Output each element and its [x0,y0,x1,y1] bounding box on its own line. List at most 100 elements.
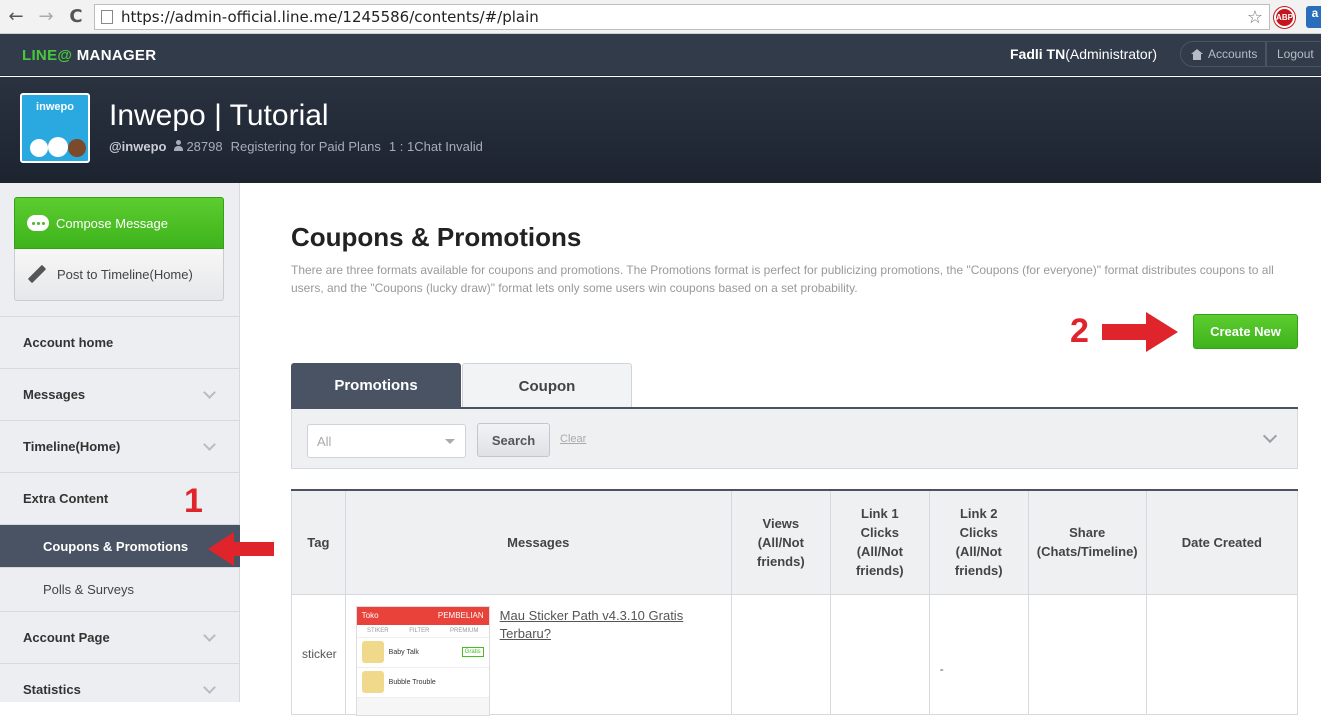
address-bar[interactable]: https://admin-official.line.me/1245586/c… [94,4,1270,30]
sidebar-item-statistics[interactable]: Statistics [0,663,240,715]
message-thumbnail[interactable]: Toko PEMBELIAN STIKER FILTER PREMIUM Bab… [355,605,490,716]
user-role: (Administrator) [1065,46,1158,62]
post-timeline-button[interactable]: Post to Timeline(Home) [14,249,224,301]
chevron-down-icon[interactable] [1262,428,1278,444]
thumbnail-tab: STIKER [366,627,389,634]
table-row[interactable]: sticker Toko PEMBELIAN STIKER FILTER PRE… [291,593,1299,716]
promotions-table: Tag Messages Views (All/Not friends) Lin… [291,489,1299,716]
url-text[interactable]: https://admin-official.line.me/1245586/c… [121,8,539,26]
sidebar-menu: Account home Messages Timeline(Home) Ext… [0,316,240,715]
compose-message-button[interactable]: Compose Message [14,197,224,249]
chevron-down-icon [203,438,216,451]
share-cell [1027,593,1147,715]
plan-status[interactable]: Registering for Paid Plans [231,139,381,154]
sidebar-item-account-page[interactable]: Account Page [0,611,240,663]
link1-cell [829,593,930,715]
extension-icon[interactable]: a [1306,6,1321,28]
column-header-date: Date Created [1145,489,1299,595]
browser-toolbar: ← → C https://admin-official.line.me/124… [0,0,1321,34]
page-heading: Coupons & Promotions [291,222,582,252]
table-header-row: Tag Messages Views (All/Not friends) Lin… [291,489,1299,595]
tag-cell: sticker [291,593,346,715]
line-manager-logo[interactable]: LINE@ MANAGER [22,47,156,64]
home-icon [1191,48,1203,60]
account-meta: @inwepo 28798 Registering for Paid Plans… [109,139,483,154]
tab-coupon[interactable]: Coupon [462,363,632,408]
sidebar-item-label: Account home [23,335,114,350]
column-header-messages: Messages [344,489,732,595]
create-new-button[interactable]: Create New [1193,314,1298,349]
reload-icon[interactable]: C [64,5,88,29]
sidebar: Compose Message Post to Timeline(Home) A… [0,183,240,702]
sidebar-item-account-home[interactable]: Account home [0,316,240,368]
logout-link[interactable]: Logout [1266,41,1321,67]
account-handle: @inwepo [109,139,167,154]
column-header-tag: Tag [291,489,346,595]
sidebar-item-label: Statistics [23,682,81,697]
avatar-brand: inwepo [36,101,74,113]
logo-line: LINE@ [22,47,73,64]
page-description: There are three formats available for co… [291,263,1274,295]
account-header: inwepo Inwepo | Tutorial @inwepo 28798 R… [0,77,1321,183]
sidebar-item-polls-surveys[interactable]: Polls & Surveys [0,567,240,611]
annotation-number-1: 1 [184,482,203,520]
account-avatar[interactable]: inwepo [20,93,90,163]
views-cell [730,593,831,715]
tab-promotions[interactable]: Promotions [291,363,461,408]
message-cell: Toko PEMBELIAN STIKER FILTER PREMIUM Bab… [344,593,732,716]
sidebar-item-label: Account Page [23,630,110,645]
select-value: All [317,433,332,449]
back-icon[interactable]: ← [4,5,28,29]
filter-bar: All Search Clear [291,409,1298,469]
accounts-label: Accounts [1208,47,1258,61]
thumbnail-store: Toko [361,611,379,620]
thumbnail-tab: PREMIUM [450,627,479,634]
thumbnail-item-name: Bubble Trouble [388,678,436,686]
character-icon [68,139,86,157]
message-link[interactable]: Mau Sticker Path v4.3.10 Gratis Terbaru? [500,607,700,643]
column-header-views: Views (All/Not friends) [730,489,831,595]
pencil-icon [25,264,47,286]
character-icon [30,139,48,157]
sticker-image [361,671,384,693]
sidebar-item-messages[interactable]: Messages [0,368,240,420]
adblock-icon[interactable]: ABP [1274,7,1295,28]
chevron-down-icon [203,681,216,694]
annotation-number-2: 2 [1070,312,1089,350]
sidebar-item-timeline[interactable]: Timeline(Home) [0,420,240,472]
character-icon [48,137,68,157]
page-icon [101,10,113,24]
accounts-link[interactable]: Accounts [1180,41,1267,67]
sidebar-item-coupons-promotions[interactable]: Coupons & Promotions [0,524,240,567]
sticker-image [361,641,384,663]
column-header-link2: Link 2 Clicks (All/Not friends) [928,489,1029,595]
sidebar-item-extra-content[interactable]: Extra Content [0,472,240,524]
thumbnail-badge: Gratis [461,647,484,657]
friend-count: 28798 [174,139,223,154]
star-icon[interactable]: ☆ [1247,7,1263,28]
search-button[interactable]: Search [477,423,550,457]
forward-icon[interactable]: → [34,5,58,29]
thumbnail-tab: FILTER [409,627,430,634]
sidebar-item-label: Messages [23,387,86,402]
column-header-share: Share (Chats/Timeline) [1027,489,1147,595]
account-title: Inwepo | Tutorial [109,99,329,132]
sidebar-item-label: Timeline(Home) [23,439,121,454]
chat-status: 1 : 1Chat Invalid [388,139,483,154]
thumbnail-item: Baby Talk Gratis [356,637,489,668]
tag-filter-select[interactable]: All [307,424,466,458]
post-label: Post to Timeline(Home) [57,267,193,282]
logo-manager: MANAGER [72,47,157,64]
logout-label: Logout [1277,47,1314,61]
person-icon [174,140,184,151]
clear-link[interactable]: Clear [560,433,586,445]
sidebar-item-label: Extra Content [23,491,109,506]
annotation-arrow-left-icon [208,532,274,566]
chevron-down-icon [203,386,216,399]
chevron-down-icon [203,629,216,642]
column-header-link1: Link 1 Clicks (All/Not friends) [829,489,930,595]
link2-cell: - [928,593,1029,715]
caret-down-icon [445,439,455,444]
sidebar-item-label: Coupons & Promotions [43,538,189,554]
thumbnail-action: PEMBELIAN [437,611,484,620]
